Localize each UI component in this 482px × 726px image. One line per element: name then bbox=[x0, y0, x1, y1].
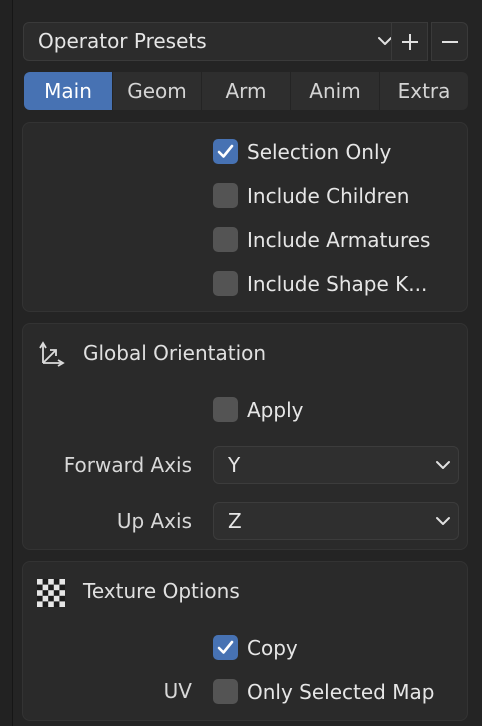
only-selected-map-checkbox[interactable] bbox=[213, 679, 238, 704]
copy-label: Copy bbox=[247, 636, 298, 660]
global-orientation-title: Global Orientation bbox=[83, 341, 267, 365]
forward-axis-value: Y bbox=[228, 453, 241, 477]
include-children-label: Include Children bbox=[247, 184, 410, 208]
left-edge-strip bbox=[0, 0, 13, 726]
up-axis-value: Z bbox=[228, 509, 242, 533]
forward-axis-label: Forward Axis bbox=[63, 453, 192, 477]
copy-checkbox[interactable] bbox=[213, 635, 238, 660]
only-selected-map-label: Only Selected Map bbox=[247, 680, 435, 704]
remove-preset-button[interactable] bbox=[431, 22, 468, 61]
checker-texture-icon bbox=[37, 579, 65, 611]
include-armatures-checkbox[interactable] bbox=[213, 227, 238, 252]
up-axis-label: Up Axis bbox=[116, 509, 192, 533]
include-children-checkbox[interactable] bbox=[213, 183, 238, 208]
orientation-axes-icon bbox=[37, 339, 67, 373]
selection-only-checkbox[interactable] bbox=[213, 139, 238, 164]
tab-geom[interactable]: Geom bbox=[113, 72, 202, 110]
export-options-panel: Operator Presets Main Geom Arm Anim Extr… bbox=[13, 0, 482, 726]
texture-options-title: Texture Options bbox=[83, 579, 240, 603]
selection-only-label: Selection Only bbox=[247, 140, 392, 164]
operator-presets-label: Operator Presets bbox=[38, 29, 207, 53]
tab-extra[interactable]: Extra bbox=[380, 72, 468, 110]
operator-presets-dropdown[interactable]: Operator Presets bbox=[23, 22, 401, 61]
chevron-down-icon bbox=[434, 512, 452, 534]
add-preset-button[interactable] bbox=[391, 22, 428, 61]
up-axis-select[interactable]: Z bbox=[213, 502, 459, 540]
include-shape-keys-checkbox[interactable] bbox=[213, 271, 238, 296]
forward-axis-select[interactable]: Y bbox=[213, 446, 459, 484]
tab-arm[interactable]: Arm bbox=[202, 72, 291, 110]
include-panel: Selection Only Include Children Include … bbox=[22, 122, 468, 312]
texture-options-panel: Texture Options Copy UV Only Selected Ma… bbox=[22, 561, 468, 721]
tab-anim[interactable]: Anim bbox=[291, 72, 380, 110]
apply-label: Apply bbox=[247, 398, 304, 422]
chevron-down-icon bbox=[434, 456, 452, 478]
global-orientation-panel: Global Orientation Apply Forward Axis Y … bbox=[22, 323, 468, 550]
tab-bar: Main Geom Arm Anim Extra bbox=[24, 72, 468, 110]
uv-label: UV bbox=[163, 679, 192, 703]
apply-checkbox[interactable] bbox=[213, 397, 238, 422]
include-armatures-label: Include Armatures bbox=[247, 228, 431, 252]
tab-main[interactable]: Main bbox=[24, 72, 113, 110]
include-shape-keys-label: Include Shape K... bbox=[247, 272, 428, 296]
